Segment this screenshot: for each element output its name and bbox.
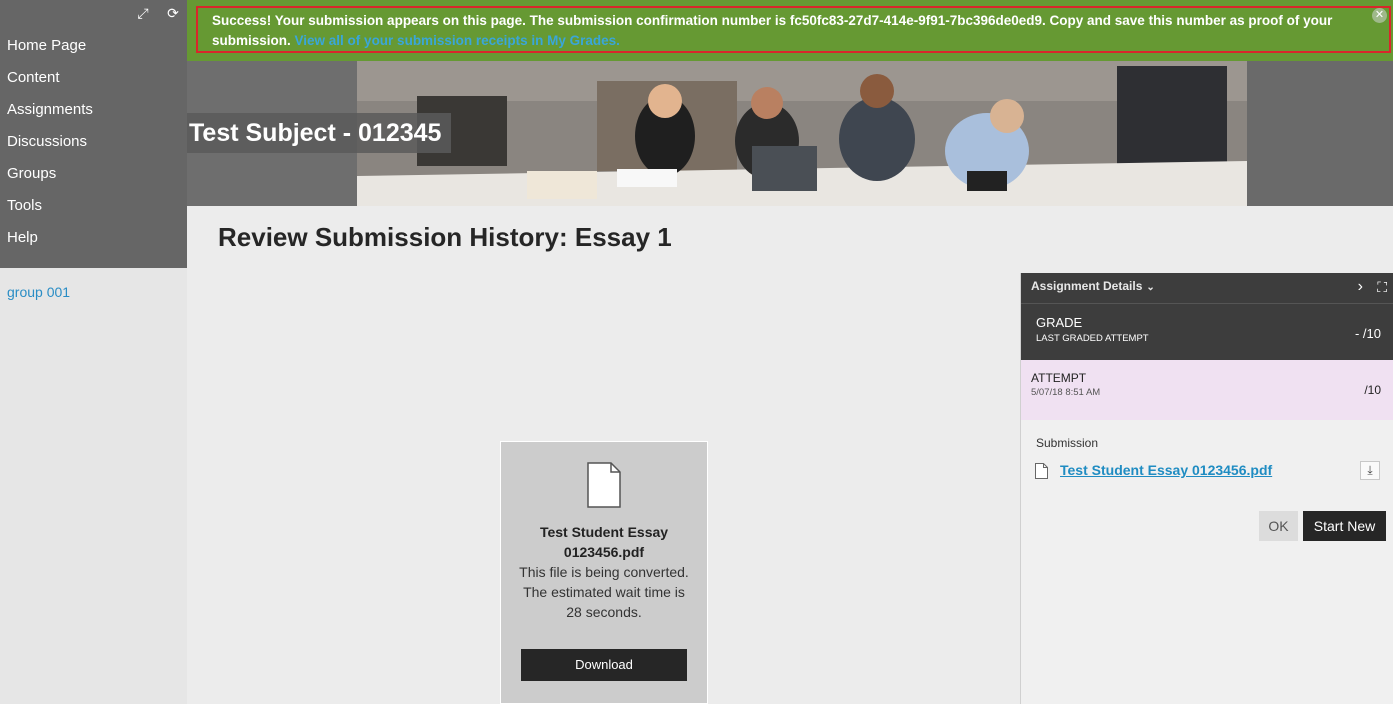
- chevron-down-icon: ⌄: [1146, 282, 1155, 293]
- file-name: Test Student Essay 0123456.pdf: [539, 524, 669, 560]
- grade-title: GRADE: [1036, 315, 1083, 330]
- course-title: Test Subject - 012345: [187, 113, 452, 153]
- attempt-score: /10: [1364, 383, 1381, 397]
- conversion-message: This file is being converted. The estima…: [519, 564, 689, 620]
- close-icon[interactable]: ✕: [1372, 8, 1387, 23]
- assignment-details-label: Assignment Details: [1031, 279, 1143, 293]
- nav-item-help[interactable]: Help: [0, 222, 187, 254]
- grade-score: - /10: [1354, 326, 1381, 341]
- download-icon[interactable]: ⤓: [1360, 461, 1380, 480]
- submission-receipts-link[interactable]: View all of your submission receipts in …: [295, 33, 620, 48]
- success-banner: Success! Your submission appears on this…: [187, 0, 1393, 61]
- sidebar-controls: ⤢ ⟳: [135, 6, 181, 20]
- fullscreen-icon[interactable]: ⛶: [1377, 279, 1387, 296]
- success-message-box: Success! Your submission appears on this…: [196, 6, 1391, 53]
- document-icon: [587, 462, 621, 508]
- page-title-bar: Review Submission History: Essay 1: [187, 206, 1393, 273]
- nav-item-home-page[interactable]: Home Page: [0, 30, 187, 62]
- document-viewer: Test Student Essay 0123456.pdf This file…: [187, 273, 1020, 704]
- page-title: Review Submission History: Essay 1: [218, 222, 672, 252]
- attempt-row[interactable]: ATTEMPT 5/07/18 8:51 AM /10: [1021, 360, 1393, 420]
- assignment-details-toggle[interactable]: Assignment Details ⌄: [1031, 279, 1155, 293]
- file-conversion-card: Test Student Essay 0123456.pdf This file…: [500, 441, 708, 704]
- start-new-button[interactable]: Start New: [1303, 511, 1386, 541]
- download-button[interactable]: Download: [521, 649, 687, 681]
- course-menu-sidebar: ⤢ ⟳ Home Page Content Assignments Discus…: [0, 0, 187, 704]
- submission-label: Submission: [1036, 436, 1099, 450]
- nav-item-groups[interactable]: Groups: [0, 158, 187, 190]
- expand-icon[interactable]: ⤢: [135, 6, 151, 20]
- nav-item-content[interactable]: Content: [0, 62, 187, 94]
- nav-item-tools[interactable]: Tools: [0, 190, 187, 222]
- assignment-details-bar: Assignment Details ⌄ › ⛶: [1021, 273, 1393, 304]
- ok-button[interactable]: OK: [1259, 511, 1298, 541]
- file-icon: [1035, 463, 1048, 479]
- attempt-title: ATTEMPT: [1031, 371, 1087, 385]
- attempt-date: 5/07/18 8:51 AM: [1031, 387, 1101, 398]
- grade-summary: GRADE LAST GRADED ATTEMPT - /10: [1021, 304, 1393, 360]
- course-nav: Home Page Content Assignments Discussion…: [0, 30, 187, 254]
- grade-subtitle: LAST GRADED ATTEMPT: [1036, 333, 1149, 344]
- chevron-right-icon[interactable]: ›: [1358, 278, 1363, 296]
- nav-item-assignments[interactable]: Assignments: [0, 94, 187, 126]
- nav-item-discussions[interactable]: Discussions: [0, 126, 187, 158]
- course-banner: Test Subject - 012345: [187, 61, 1393, 206]
- group-link[interactable]: group 001: [7, 284, 70, 300]
- refresh-icon[interactable]: ⟳: [165, 6, 181, 20]
- course-menu: ⤢ ⟳ Home Page Content Assignments Discus…: [0, 0, 187, 268]
- assignment-details-panel: Assignment Details ⌄ › ⛶ GRADE LAST GRADE…: [1020, 273, 1393, 704]
- submission-file-link[interactable]: Test Student Essay 0123456.pdf: [1060, 462, 1272, 478]
